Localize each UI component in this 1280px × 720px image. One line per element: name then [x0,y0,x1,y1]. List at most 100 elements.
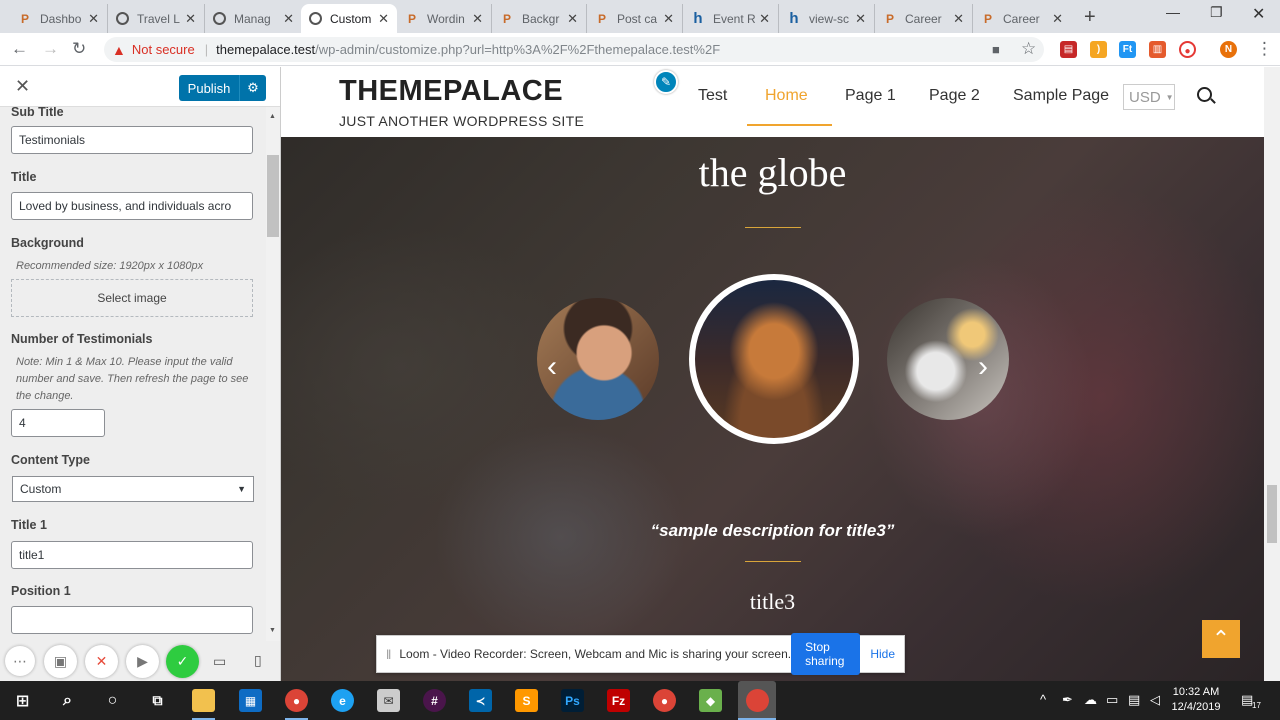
browser-tab[interactable]: P Wordin ✕ [397,4,492,33]
cancel-recording-icon[interactable]: ✕ [85,645,118,678]
extension-icon[interactable]: ▤ [1060,41,1077,58]
bookmark-star-icon[interactable]: ☆ [1021,39,1036,59]
chrome-active-icon[interactable] [738,681,776,720]
preview-scrollbar[interactable] [1264,67,1280,681]
close-customizer-icon[interactable]: ✕ [15,76,30,97]
stop-sharing-button[interactable]: Stop sharing [791,633,861,675]
nav-item-home[interactable]: Home [765,87,808,105]
number-testimonials-input[interactable]: 4 [11,409,105,437]
content-type-select[interactable]: Custom ▼ [12,476,254,502]
slider-next-arrow-icon[interactable]: › [978,350,988,384]
forward-arrow-icon[interactable]: → [42,39,59,59]
back-to-top-button[interactable]: ⌃ [1202,620,1240,658]
more-options-icon[interactable]: ⋯ [5,646,35,676]
reload-icon[interactable]: ↻ [72,39,86,59]
system-clock[interactable]: 10:32 AM 12/4/2019 [1168,685,1224,715]
network-icon[interactable]: ▤ [1128,692,1140,708]
select-image-button[interactable]: Select image [11,279,253,317]
nav-item-sample-page[interactable]: Sample Page [1013,87,1109,105]
testimonial-avatar-active[interactable] [689,274,859,444]
task-view-icon[interactable]: ⧉ [146,689,169,712]
browser-tab[interactable]: h view-sc ✕ [779,4,875,33]
edge-icon[interactable]: e [331,689,354,712]
close-tab-icon[interactable]: ✕ [567,11,578,27]
site-title[interactable]: THEMEPALACE [339,75,563,108]
slider-prev-arrow-icon[interactable]: ‹ [547,350,557,384]
battery-icon[interactable]: ▭ [1106,692,1118,708]
close-tab-icon[interactable]: ✕ [855,11,866,27]
screenshot-icon[interactable]: ▣ [44,645,77,678]
scroll-up-icon[interactable]: ▲ [269,113,276,120]
camera-icon[interactable]: ■ [992,42,1000,57]
tablet-preview-icon[interactable]: ▭ [213,653,226,670]
mobile-preview-icon[interactable]: ▯ [254,652,262,669]
close-tab-icon[interactable]: ✕ [378,11,389,27]
hide-button[interactable]: Hide [870,647,895,661]
nav-item-page-1[interactable]: Page 1 [845,87,896,105]
subtitle-input[interactable]: Testimonials [11,126,253,154]
address-bar[interactable]: ▲ Not secure | themepalace.test/wp-admin… [104,37,1044,62]
tray-chevron-icon[interactable]: ^ [1040,692,1046,707]
back-arrow-icon[interactable]: ← [11,39,28,59]
browser-tab-active[interactable]: Custom ✕ [301,4,397,33]
windows-start-icon[interactable]: ⊞ [11,689,34,712]
title1-input[interactable]: title1 [11,541,253,569]
pause-icon[interactable]: ▶ [126,645,159,678]
tray-feather-icon[interactable]: ✒ [1062,692,1073,708]
record-extension-icon[interactable]: ● [1179,41,1196,58]
rss-extension-icon[interactable]: ) [1090,41,1107,58]
browser-tab[interactable]: P Backgr ✕ [492,4,587,33]
close-window-icon[interactable]: ✕ [1252,4,1265,24]
edit-shortcut-pencil-icon[interactable]: ✎ [654,70,678,94]
chart-extension-icon[interactable]: ▥ [1149,41,1166,58]
new-tab-icon[interactable]: + [1084,6,1096,29]
browser-tab[interactable]: Travel L ✕ [108,4,205,33]
close-tab-icon[interactable]: ✕ [759,11,770,27]
scrollbar-thumb[interactable] [1267,485,1277,543]
menu-kebab-icon[interactable]: ⋮ [1256,39,1273,59]
scrollbar-thumb[interactable] [267,155,279,237]
close-tab-icon[interactable]: ✕ [185,11,196,27]
file-explorer-icon[interactable] [192,689,215,712]
gear-icon[interactable]: ⚙ [239,75,266,101]
maximize-icon[interactable]: ❐ [1210,4,1223,21]
nav-item-test[interactable]: Test [698,87,727,105]
browser-tab[interactable]: P Career ✕ [875,4,973,33]
close-tab-icon[interactable]: ✕ [663,11,674,27]
photoshop-icon[interactable]: Ps [561,689,584,712]
close-tab-icon[interactable]: ✕ [1052,11,1063,27]
close-tab-icon[interactable]: ✕ [283,11,294,27]
browser-tab[interactable]: P Post ca ✕ [587,4,683,33]
ft-extension-icon[interactable]: Ft [1119,41,1136,58]
nav-item-page-2[interactable]: Page 2 [929,87,980,105]
close-tab-icon[interactable]: ✕ [88,11,99,27]
drag-handle-icon[interactable]: ‖ [386,647,391,662]
chrome-icon[interactable]: ● [653,689,676,712]
panel-scrollbar[interactable]: ▲ ▼ [266,107,280,641]
store-icon[interactable]: ▦ [239,689,262,712]
testimonial-avatar-right[interactable] [887,298,1009,420]
close-tab-icon[interactable]: ✕ [953,11,964,27]
volume-mute-icon[interactable]: ◁ [1150,692,1160,708]
minimize-icon[interactable]: — [1166,4,1180,20]
publish-button[interactable]: Publish ⚙ [179,75,266,101]
browser-tab[interactable]: P Dashbo ✕ [10,4,108,33]
browser-tab[interactable]: Manag ✕ [205,4,302,33]
sublime-icon[interactable]: S [515,689,538,712]
currency-select[interactable]: USD ▼ [1123,84,1175,110]
git-icon[interactable]: ◆ [699,689,722,712]
browser-tab[interactable]: h Event R ✕ [683,4,779,33]
onedrive-icon[interactable]: ☁ [1084,692,1097,708]
cortana-icon[interactable]: ○ [101,689,124,712]
search-icon[interactable] [1197,87,1212,102]
vscode-icon[interactable]: ≺ [469,689,492,712]
close-tab-icon[interactable]: ✕ [472,11,483,27]
search-icon[interactable]: ⌕ [56,689,79,712]
mail-icon[interactable]: ✉ [377,689,400,712]
scroll-down-icon[interactable]: ▼ [269,627,276,634]
position1-input[interactable] [11,606,253,634]
chrome-icon[interactable]: ● [285,689,308,712]
confirm-check-icon[interactable]: ✓ [166,645,199,678]
slack-icon[interactable]: # [423,689,446,712]
title-input[interactable]: Loved by business, and individuals acro [11,192,253,220]
